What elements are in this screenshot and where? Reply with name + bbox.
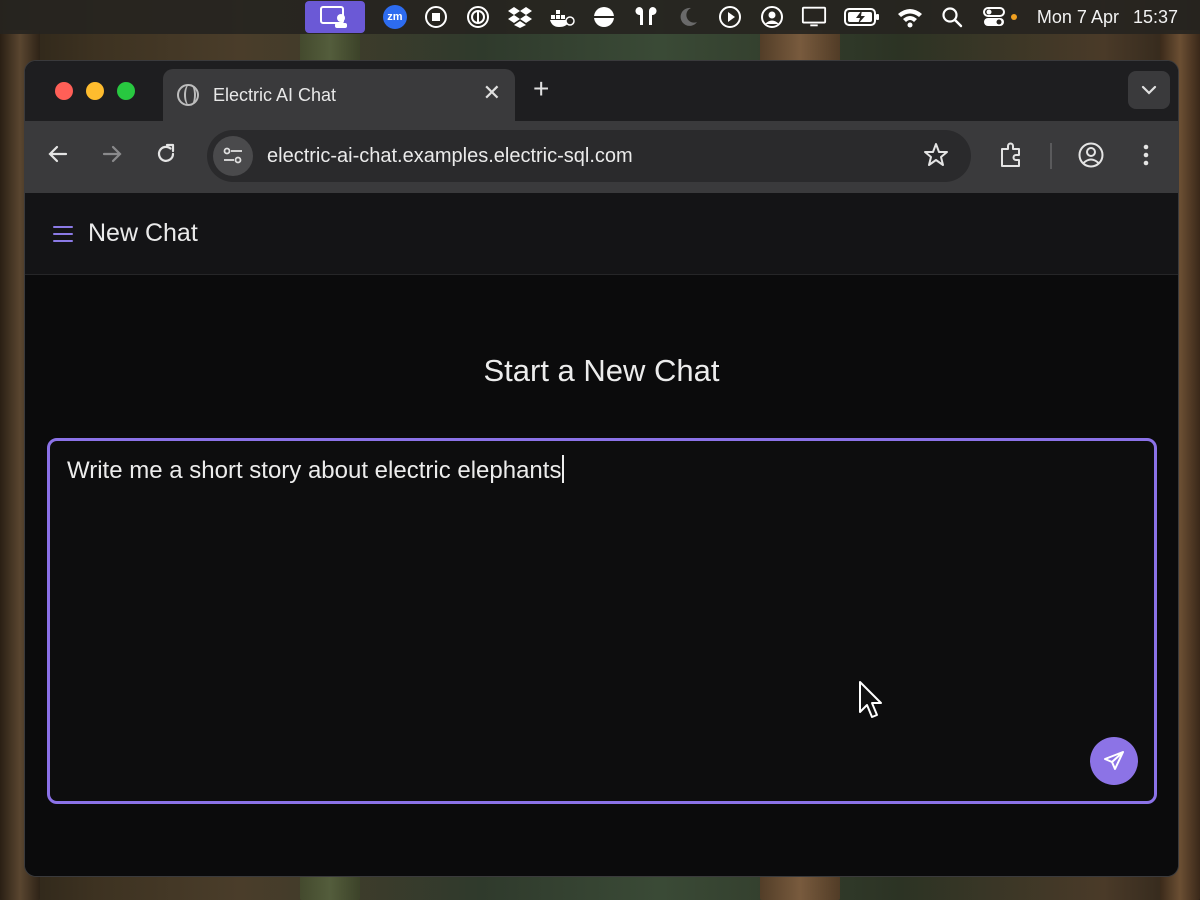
- extensions-button[interactable]: [997, 141, 1025, 174]
- recording-indicator-dot: [1010, 14, 1017, 20]
- page-title: Start a New Chat: [483, 353, 720, 388]
- tab-title: Electric AI Chat: [213, 84, 337, 105]
- control-center-icon[interactable]: [981, 4, 1007, 30]
- tab-electric-ai-chat[interactable]: Electric AI Chat ✕: [163, 69, 515, 121]
- spotlight-search-icon[interactable]: [939, 4, 965, 30]
- kebab-menu-icon: [1143, 144, 1149, 166]
- app-header: New Chat: [25, 193, 1178, 275]
- bookmark-button[interactable]: [923, 142, 949, 173]
- send-icon: [1104, 751, 1124, 770]
- new-tab-button[interactable]: +: [533, 75, 549, 103]
- chevron-down-icon: [1141, 85, 1157, 95]
- header-title: New Chat: [88, 219, 198, 247]
- menubar-date[interactable]: Mon 7 Apr: [1037, 7, 1119, 28]
- arrow-left-icon: [48, 145, 68, 163]
- airpods-icon[interactable]: [633, 4, 659, 30]
- reload-button[interactable]: [153, 141, 183, 171]
- tab-close-icon[interactable]: ✕: [483, 82, 501, 104]
- prompt-text: Write me a short story about electric el…: [67, 455, 565, 485]
- battery-charging-icon[interactable]: [843, 4, 881, 30]
- text-caret: [562, 455, 565, 483]
- vpn-icon[interactable]: [591, 4, 617, 30]
- macos-menubar: zm Mon 7 Apr 15:37: [0, 0, 1200, 34]
- window-close-button[interactable]: [55, 82, 73, 100]
- star-icon: [924, 143, 948, 166]
- display-icon[interactable]: [801, 4, 827, 30]
- zoom-icon[interactable]: zm: [382, 5, 407, 29]
- back-button[interactable]: [45, 141, 75, 171]
- prompt-input[interactable]: Write me a short story about electric el…: [47, 438, 1157, 804]
- dropbox-icon[interactable]: [507, 4, 533, 30]
- media-play-icon[interactable]: [717, 4, 743, 30]
- profile-button[interactable]: [1077, 141, 1105, 174]
- address-bar[interactable]: electric-ai-chat.examples.electric-sql.c…: [207, 130, 971, 182]
- puzzle-icon: [1001, 142, 1020, 167]
- reload-icon: [157, 143, 175, 162]
- focus-moon-icon[interactable]: [675, 4, 701, 30]
- mouse-cursor-icon: [859, 681, 882, 718]
- window-zoom-button[interactable]: [117, 82, 135, 100]
- url-text[interactable]: electric-ai-chat.examples.electric-sql.c…: [267, 145, 633, 168]
- hamburger-menu-icon[interactable]: [53, 226, 73, 242]
- globe-icon: [177, 84, 199, 106]
- tab-strip: Electric AI Chat ✕ +: [25, 61, 1178, 121]
- record-stop-icon[interactable]: [423, 4, 449, 30]
- forward-button[interactable]: [99, 141, 129, 171]
- site-info-button[interactable]: [213, 136, 253, 176]
- profile-icon: [1078, 142, 1104, 168]
- menubar-time[interactable]: 15:37: [1133, 7, 1178, 28]
- docker-icon[interactable]: [549, 4, 575, 30]
- browser-toolbar: electric-ai-chat.examples.electric-sql.c…: [25, 121, 1178, 193]
- wifi-icon[interactable]: [897, 4, 923, 30]
- screen-share-icon[interactable]: [304, 1, 365, 33]
- arrow-right-icon: [102, 145, 122, 163]
- tab-search-button[interactable]: [1128, 71, 1170, 109]
- toolbar-divider: [1050, 143, 1052, 169]
- chat-main: Start a New Chat Write me a short story …: [25, 275, 1178, 876]
- send-button[interactable]: [1090, 737, 1138, 785]
- browser-window: Electric AI Chat ✕ + electric-ai-chat.ex…: [24, 60, 1179, 877]
- tune-icon: [223, 147, 242, 164]
- window-minimize-button[interactable]: [86, 82, 104, 100]
- browser-menu-button[interactable]: [1135, 141, 1157, 174]
- password-manager-icon[interactable]: [465, 4, 491, 30]
- user-account-icon[interactable]: [759, 4, 785, 30]
